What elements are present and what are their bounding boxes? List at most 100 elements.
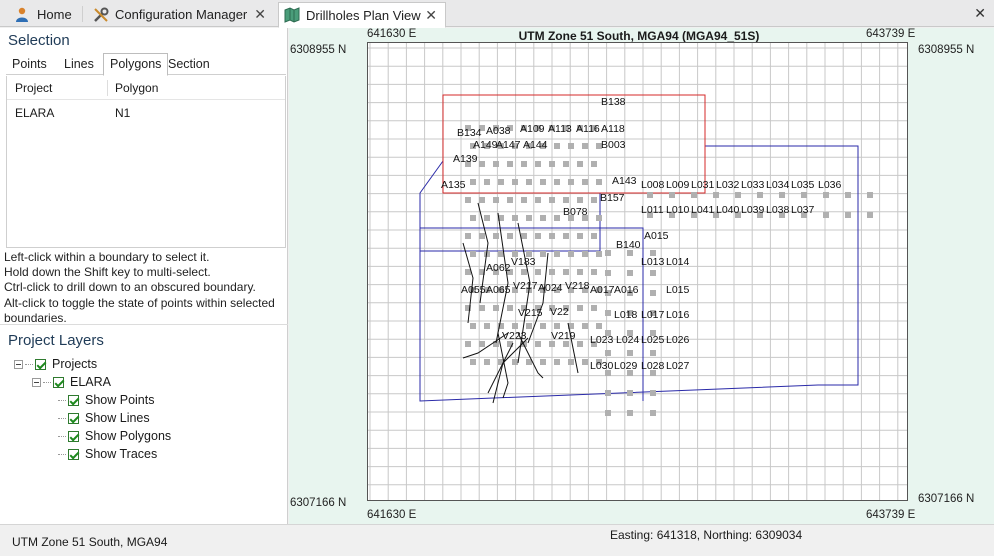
tab-configuration-manager-label: Configuration Manager [115, 7, 248, 22]
point-label: L032 [716, 179, 740, 191]
drillhole-point [540, 179, 546, 185]
tab-home[interactable]: Home [10, 2, 76, 27]
tree-node-label: Show Lines [85, 411, 150, 425]
point-label: L036 [818, 179, 842, 191]
drillhole-point [535, 269, 541, 275]
tab-section[interactable]: Section [162, 55, 216, 75]
tree-node-show-points[interactable]: Show Points [58, 391, 154, 409]
show-lines-checkbox[interactable] [68, 412, 79, 424]
drillhole-point [650, 290, 656, 296]
point-label: L008 [641, 179, 665, 191]
drillhole-point [577, 305, 583, 311]
selection-table: Project Polygon ELARA N1 [6, 76, 286, 248]
tab-drillholes-plan-view-label: Drillholes Plan View [306, 7, 421, 23]
point-label: L029 [614, 360, 638, 372]
tree-node-show-traces[interactable]: Show Traces [58, 445, 157, 463]
easting-top-right: 643739 E [866, 28, 916, 40]
drillhole-point [577, 161, 583, 167]
tree-node-projects[interactable]: Projects [14, 355, 97, 373]
point-label: L034 [766, 179, 790, 191]
table-cell-project[interactable]: ELARA [15, 106, 54, 120]
drillhole-point [823, 192, 829, 198]
show-polygons-checkbox[interactable] [68, 430, 79, 442]
drillhole-point [845, 192, 851, 198]
drillhole-point [568, 179, 574, 185]
point-label: A015 [644, 230, 669, 242]
close-tab-icon[interactable]: ✕ [254, 6, 266, 23]
tree-node-elara[interactable]: ELARA [32, 373, 111, 391]
point-label: L011 [641, 204, 664, 216]
tree-node-show-lines[interactable]: Show Lines [58, 409, 150, 427]
northing-top-right: 6308955 N [918, 44, 975, 56]
point-label: L015 [666, 284, 690, 296]
point-label: A038 [486, 125, 511, 137]
help-line: Hold down the Shift key to multi-select. [4, 265, 211, 280]
point-label: L027 [666, 360, 690, 372]
drillhole-point [512, 179, 518, 185]
point-label: V219 [551, 330, 576, 342]
point-label: A143 [612, 175, 637, 187]
drillhole-point [526, 215, 532, 221]
column-header-project[interactable]: Project [15, 81, 52, 95]
drillhole-point [540, 215, 546, 221]
table-header: Project Polygon [7, 76, 285, 100]
drillhole-point [526, 323, 532, 329]
drillhole-point [549, 197, 555, 203]
drillhole-point [470, 359, 476, 365]
column-header-polygon[interactable]: Polygon [115, 81, 158, 95]
drillhole-point [493, 197, 499, 203]
plan-view-map[interactable]: UTM Zone 51 South, MGA94 (MGA94_51S) 641… [289, 28, 994, 524]
elara-checkbox[interactable] [53, 376, 64, 388]
drillhole-point [605, 390, 611, 396]
show-traces-checkbox[interactable] [68, 448, 79, 460]
drillhole-point [596, 215, 602, 221]
drillhole-point [735, 192, 741, 198]
projects-checkbox[interactable] [35, 358, 46, 370]
tab-home-label: Home [37, 7, 72, 22]
drillhole-point [521, 197, 527, 203]
collapse-icon[interactable] [14, 359, 23, 369]
drillhole-point [596, 323, 602, 329]
tab-lines[interactable]: Lines [58, 55, 100, 75]
close-tab-icon[interactable]: ✕ [425, 7, 437, 24]
collapse-icon[interactable] [32, 377, 41, 387]
map-canvas[interactable]: B138 B134 A038 A109 A113 A116 A118 A149 A147 A144… [367, 42, 908, 501]
point-label: A116 [576, 123, 600, 135]
point-label: V215 [518, 307, 543, 319]
drillhole-point [801, 192, 807, 198]
panel-divider[interactable] [0, 324, 288, 325]
drillhole-trace [487, 342, 514, 394]
drillhole-point [540, 359, 546, 365]
drillhole-point [535, 233, 541, 239]
tree-node-show-polygons[interactable]: Show Polygons [58, 427, 171, 445]
close-window-icon[interactable]: ✕ [974, 5, 986, 22]
drillhole-point [591, 269, 597, 275]
drillhole-point [484, 359, 490, 365]
drillhole-point [484, 215, 490, 221]
drillhole-point [521, 233, 527, 239]
point-label: L039 [741, 204, 765, 216]
tab-points[interactable]: Points [6, 55, 53, 75]
drillhole-point [577, 269, 583, 275]
drillhole-point [647, 192, 653, 198]
drillhole-point [535, 341, 541, 347]
tab-configuration-manager[interactable]: Configuration Manager ✕ [88, 2, 274, 27]
table-cell-polygon[interactable]: N1 [115, 106, 130, 120]
drillhole-point [627, 390, 633, 396]
drillhole-point [823, 212, 829, 218]
point-label: L026 [666, 334, 690, 346]
drillhole-point [650, 410, 656, 416]
drillhole-point [479, 197, 485, 203]
tab-drillholes-plan-view[interactable]: Drillholes Plan View ✕ [278, 2, 446, 28]
point-label: B157 [600, 192, 625, 204]
column-separator [107, 80, 108, 96]
drillhole-point [596, 179, 602, 185]
show-points-checkbox[interactable] [68, 394, 79, 406]
point-label: V223 [502, 330, 527, 342]
drillhole-point [605, 310, 611, 316]
drillhole-point [470, 323, 476, 329]
drillhole-point [549, 161, 555, 167]
point-label: A109 [520, 123, 545, 135]
tab-polygons[interactable]: Polygons [103, 53, 169, 76]
drillhole-point [779, 192, 785, 198]
